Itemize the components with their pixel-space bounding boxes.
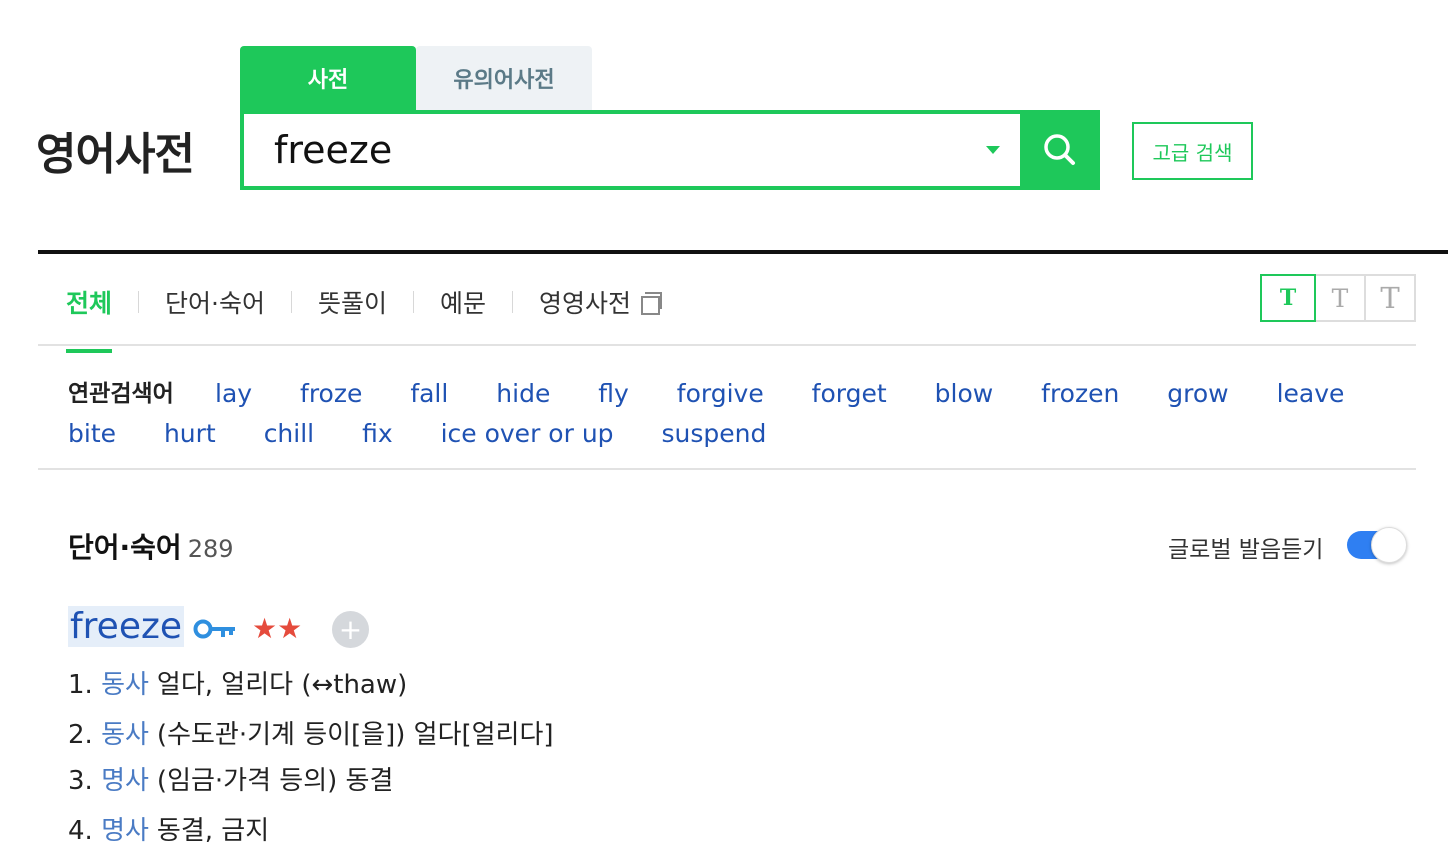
advanced-search-button[interactable]: 고급 검색: [1132, 122, 1253, 180]
related-word-link[interactable]: ice over or up: [441, 419, 614, 448]
meaning-number: 4.: [68, 816, 93, 846]
entry-headword[interactable]: freeze: [68, 606, 185, 647]
nav-divider: [138, 291, 140, 313]
related-word-link[interactable]: blow: [935, 379, 994, 408]
caret-down-icon: [986, 146, 1000, 154]
page-logo[interactable]: 영어사전: [36, 118, 195, 182]
key-icon: [193, 619, 235, 639]
global-pronunciation-label: 글로벌 발음듣기: [1168, 537, 1324, 563]
meaning-item: 1. 동사 얼다, 얼리다 (↔thaw): [68, 664, 407, 701]
part-of-speech: 명사: [101, 816, 149, 846]
result-nav: 전체 단어·숙어 뜻풀이 예문 영영사전 T T T: [38, 254, 1416, 353]
nav-tab-label: 영영사전: [539, 289, 632, 318]
related-word-link[interactable]: hurt: [164, 419, 216, 448]
related-word-link[interactable]: leave: [1277, 379, 1345, 408]
nav-tab-words-idioms[interactable]: 단어·숙어: [165, 284, 265, 320]
related-word-list: lay froze fall hide fly forgive forget b…: [68, 374, 1408, 454]
font-size-large-button[interactable]: T: [1364, 274, 1416, 322]
search-icon: [1044, 134, 1075, 165]
related-word-link[interactable]: lay: [215, 379, 252, 408]
related-word-link[interactable]: hide: [496, 379, 550, 408]
autocomplete-toggle[interactable]: [966, 114, 1020, 186]
part-of-speech: 명사: [101, 766, 149, 796]
part-of-speech: 동사: [101, 720, 149, 750]
related-word-link[interactable]: bite: [68, 419, 116, 448]
search-input[interactable]: [244, 114, 966, 186]
nav-tab-label: 단어·숙어: [165, 289, 265, 318]
global-pronunciation-toggle[interactable]: [1347, 527, 1407, 563]
meaning-item: 4. 명사 동결, 금지: [68, 810, 269, 847]
meaning-item: 2. 동사 (수도관·기계 등이[을]) 얼다[얼리다]: [68, 714, 554, 751]
section-title: 단어·숙어 289: [68, 526, 234, 566]
related-word-link[interactable]: grow: [1167, 379, 1228, 408]
related-searches: 연관검색어 lay froze fall hide fly forgive fo…: [38, 346, 1416, 470]
related-word-link[interactable]: fix: [362, 419, 393, 448]
nav-tab-label: 전체: [66, 289, 113, 318]
meaning-item: 3. 명사 (임금·가격 등의) 동결: [68, 760, 393, 797]
meaning-text: 얼다, 얼리다 (↔thaw): [156, 670, 408, 700]
toggle-knob: [1371, 527, 1407, 563]
part-of-speech: 동사: [101, 670, 149, 700]
meaning-text: (임금·가격 등의) 동결: [156, 766, 394, 796]
tab-synonym-dictionary[interactable]: 유의어사전: [416, 46, 592, 110]
nav-tab-label: 뜻풀이: [317, 289, 387, 318]
related-word-link[interactable]: fly: [598, 379, 629, 408]
external-link-icon: [641, 292, 663, 315]
font-size-medium-button[interactable]: T: [1314, 274, 1366, 322]
related-word-link[interactable]: froze: [300, 379, 362, 408]
nav-divider: [512, 291, 513, 313]
search-box: [240, 110, 1100, 190]
nav-divider: [412, 291, 414, 313]
nav-tab-english-english[interactable]: 영영사전: [539, 284, 663, 320]
font-size-small-button[interactable]: T: [1260, 274, 1316, 322]
result-count: 289: [187, 535, 234, 563]
meaning-text: (수도관·기계 등이[을]) 얼다[얼리다]: [156, 720, 554, 750]
nav-divider: [290, 291, 292, 313]
nav-tab-meanings[interactable]: 뜻풀이: [318, 284, 387, 320]
font-size-selector: T T T: [1260, 274, 1416, 322]
nav-tab-examples[interactable]: 예문: [440, 284, 486, 320]
related-word-link[interactable]: forget: [812, 379, 887, 408]
related-word-link[interactable]: chill: [264, 419, 314, 448]
tab-dictionary[interactable]: 사전: [240, 46, 416, 110]
section-title-label: 단어·숙어: [68, 531, 182, 564]
related-word-link[interactable]: forgive: [677, 379, 764, 408]
dictionary-tabs: 사전 유의어사전: [240, 46, 592, 110]
search-button[interactable]: [1020, 110, 1100, 190]
meaning-number: 3.: [68, 766, 93, 796]
nav-tab-label: 예문: [439, 289, 486, 318]
importance-stars: ★★: [252, 612, 303, 645]
add-to-wordbook-button[interactable]: +: [332, 611, 369, 648]
related-word-link[interactable]: frozen: [1041, 379, 1119, 408]
nav-tab-all[interactable]: 전체: [66, 284, 113, 353]
meaning-text: 동결, 금지: [156, 816, 270, 846]
meaning-number: 2.: [68, 720, 93, 750]
related-word-link[interactable]: suspend: [661, 419, 766, 448]
meaning-number: 1.: [68, 670, 93, 700]
related-word-link[interactable]: fall: [410, 379, 448, 408]
